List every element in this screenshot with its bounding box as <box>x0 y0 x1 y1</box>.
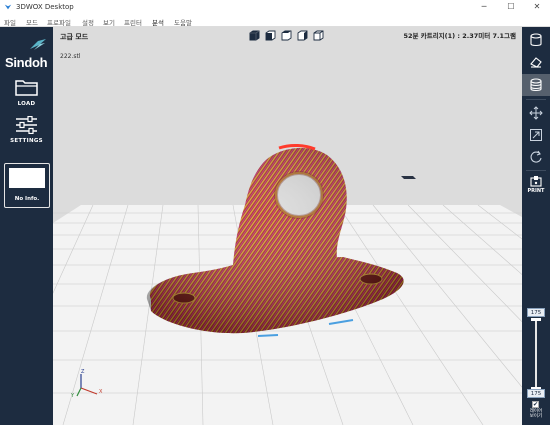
model-preview-card[interactable]: No Info. <box>4 163 50 208</box>
left-sidebar: Sindoh LOAD SETTINGS No Info. <box>0 27 53 425</box>
brand-name: Sindoh <box>5 55 48 70</box>
scale-tool[interactable] <box>522 124 550 146</box>
print-icon <box>530 176 542 187</box>
3d-viewport[interactable]: 고급 모드 222.stl 52분 카트리지(1) : 2.37미터 7.1그램… <box>53 27 522 425</box>
print-label: PRINT <box>527 188 545 194</box>
view-right-icon[interactable] <box>313 30 324 41</box>
menu-view[interactable]: 보기 <box>103 17 115 27</box>
move-tool[interactable] <box>522 102 550 124</box>
layer-bottom-field[interactable]: 175 <box>527 389 545 398</box>
load-label: LOAD <box>17 101 36 107</box>
view-3d-icon[interactable] <box>249 30 260 41</box>
axis-x-label: X <box>99 389 103 395</box>
settings-label: SETTINGS <box>10 138 43 144</box>
menu-profile[interactable]: 프로파일 <box>47 17 71 27</box>
eraser-tool[interactable] <box>522 51 550 73</box>
window-title: 3DWOX Desktop <box>16 3 74 11</box>
view-top-icon[interactable] <box>281 30 292 41</box>
model-thumbnail <box>9 168 45 188</box>
brand-logo: Sindoh <box>0 39 53 70</box>
maximize-button[interactable]: ☐ <box>498 0 524 14</box>
preview-info-label: No Info. <box>14 196 40 202</box>
menu-help[interactable]: 도움말 <box>174 17 192 27</box>
toolbar-divider <box>526 99 546 100</box>
load-button[interactable]: LOAD <box>0 75 53 115</box>
view-front-icon[interactable] <box>265 30 276 41</box>
axis-z-label: Z <box>81 369 85 375</box>
cylinder-tool[interactable] <box>522 29 550 51</box>
move-icon <box>529 106 543 120</box>
eraser-icon <box>530 57 542 68</box>
toolbar-divider <box>526 170 546 171</box>
minimize-button[interactable]: ─ <box>471 0 497 14</box>
rotate-icon <box>530 150 542 163</box>
file-name: 222.stl <box>60 53 81 60</box>
settings-button[interactable]: SETTINGS <box>0 114 53 154</box>
layers-tool[interactable] <box>522 74 550 96</box>
mode-title: 고급 모드 <box>60 33 89 41</box>
close-button[interactable]: ✕ <box>524 0 550 14</box>
menu-bar: 파일 모드 프로파일 설정 보기 프린터 분석 도움말 <box>0 14 550 27</box>
rotate-tool[interactable] <box>522 146 550 168</box>
menu-file[interactable]: 파일 <box>4 17 16 27</box>
print-estimate: 52분 카트리지(1) : 2.37미터 7.1그램 <box>403 32 516 40</box>
print-button[interactable]: PRINT <box>522 173 550 195</box>
axis-y-label: Y <box>71 393 75 399</box>
brand-mark-icon <box>30 39 46 50</box>
menu-printer[interactable]: 프린터 <box>124 17 142 27</box>
show-all-layers-checkbox[interactable]: ✔ <box>532 401 539 408</box>
menu-mode[interactable]: 모드 <box>26 17 38 27</box>
app-logo-icon <box>4 4 12 10</box>
layer-slider-top-handle[interactable] <box>531 318 541 321</box>
show-all-layers-label: 레이어 보이기 <box>529 409 543 419</box>
layers-icon <box>530 78 542 92</box>
layer-slider-track[interactable] <box>535 318 537 390</box>
scale-icon <box>530 129 542 141</box>
view-left-icon[interactable] <box>297 30 308 41</box>
menu-settings[interactable]: 설정 <box>82 17 94 27</box>
cylinder-icon <box>530 33 542 47</box>
build-plate-scene <box>53 144 522 425</box>
folder-icon <box>15 80 38 96</box>
sliders-icon <box>16 116 37 134</box>
title-bar: 3DWOX Desktop ─ ☐ ✕ <box>0 0 550 14</box>
menu-analysis[interactable]: 분석 <box>152 17 164 27</box>
layer-top-field[interactable]: 175 <box>527 308 545 317</box>
